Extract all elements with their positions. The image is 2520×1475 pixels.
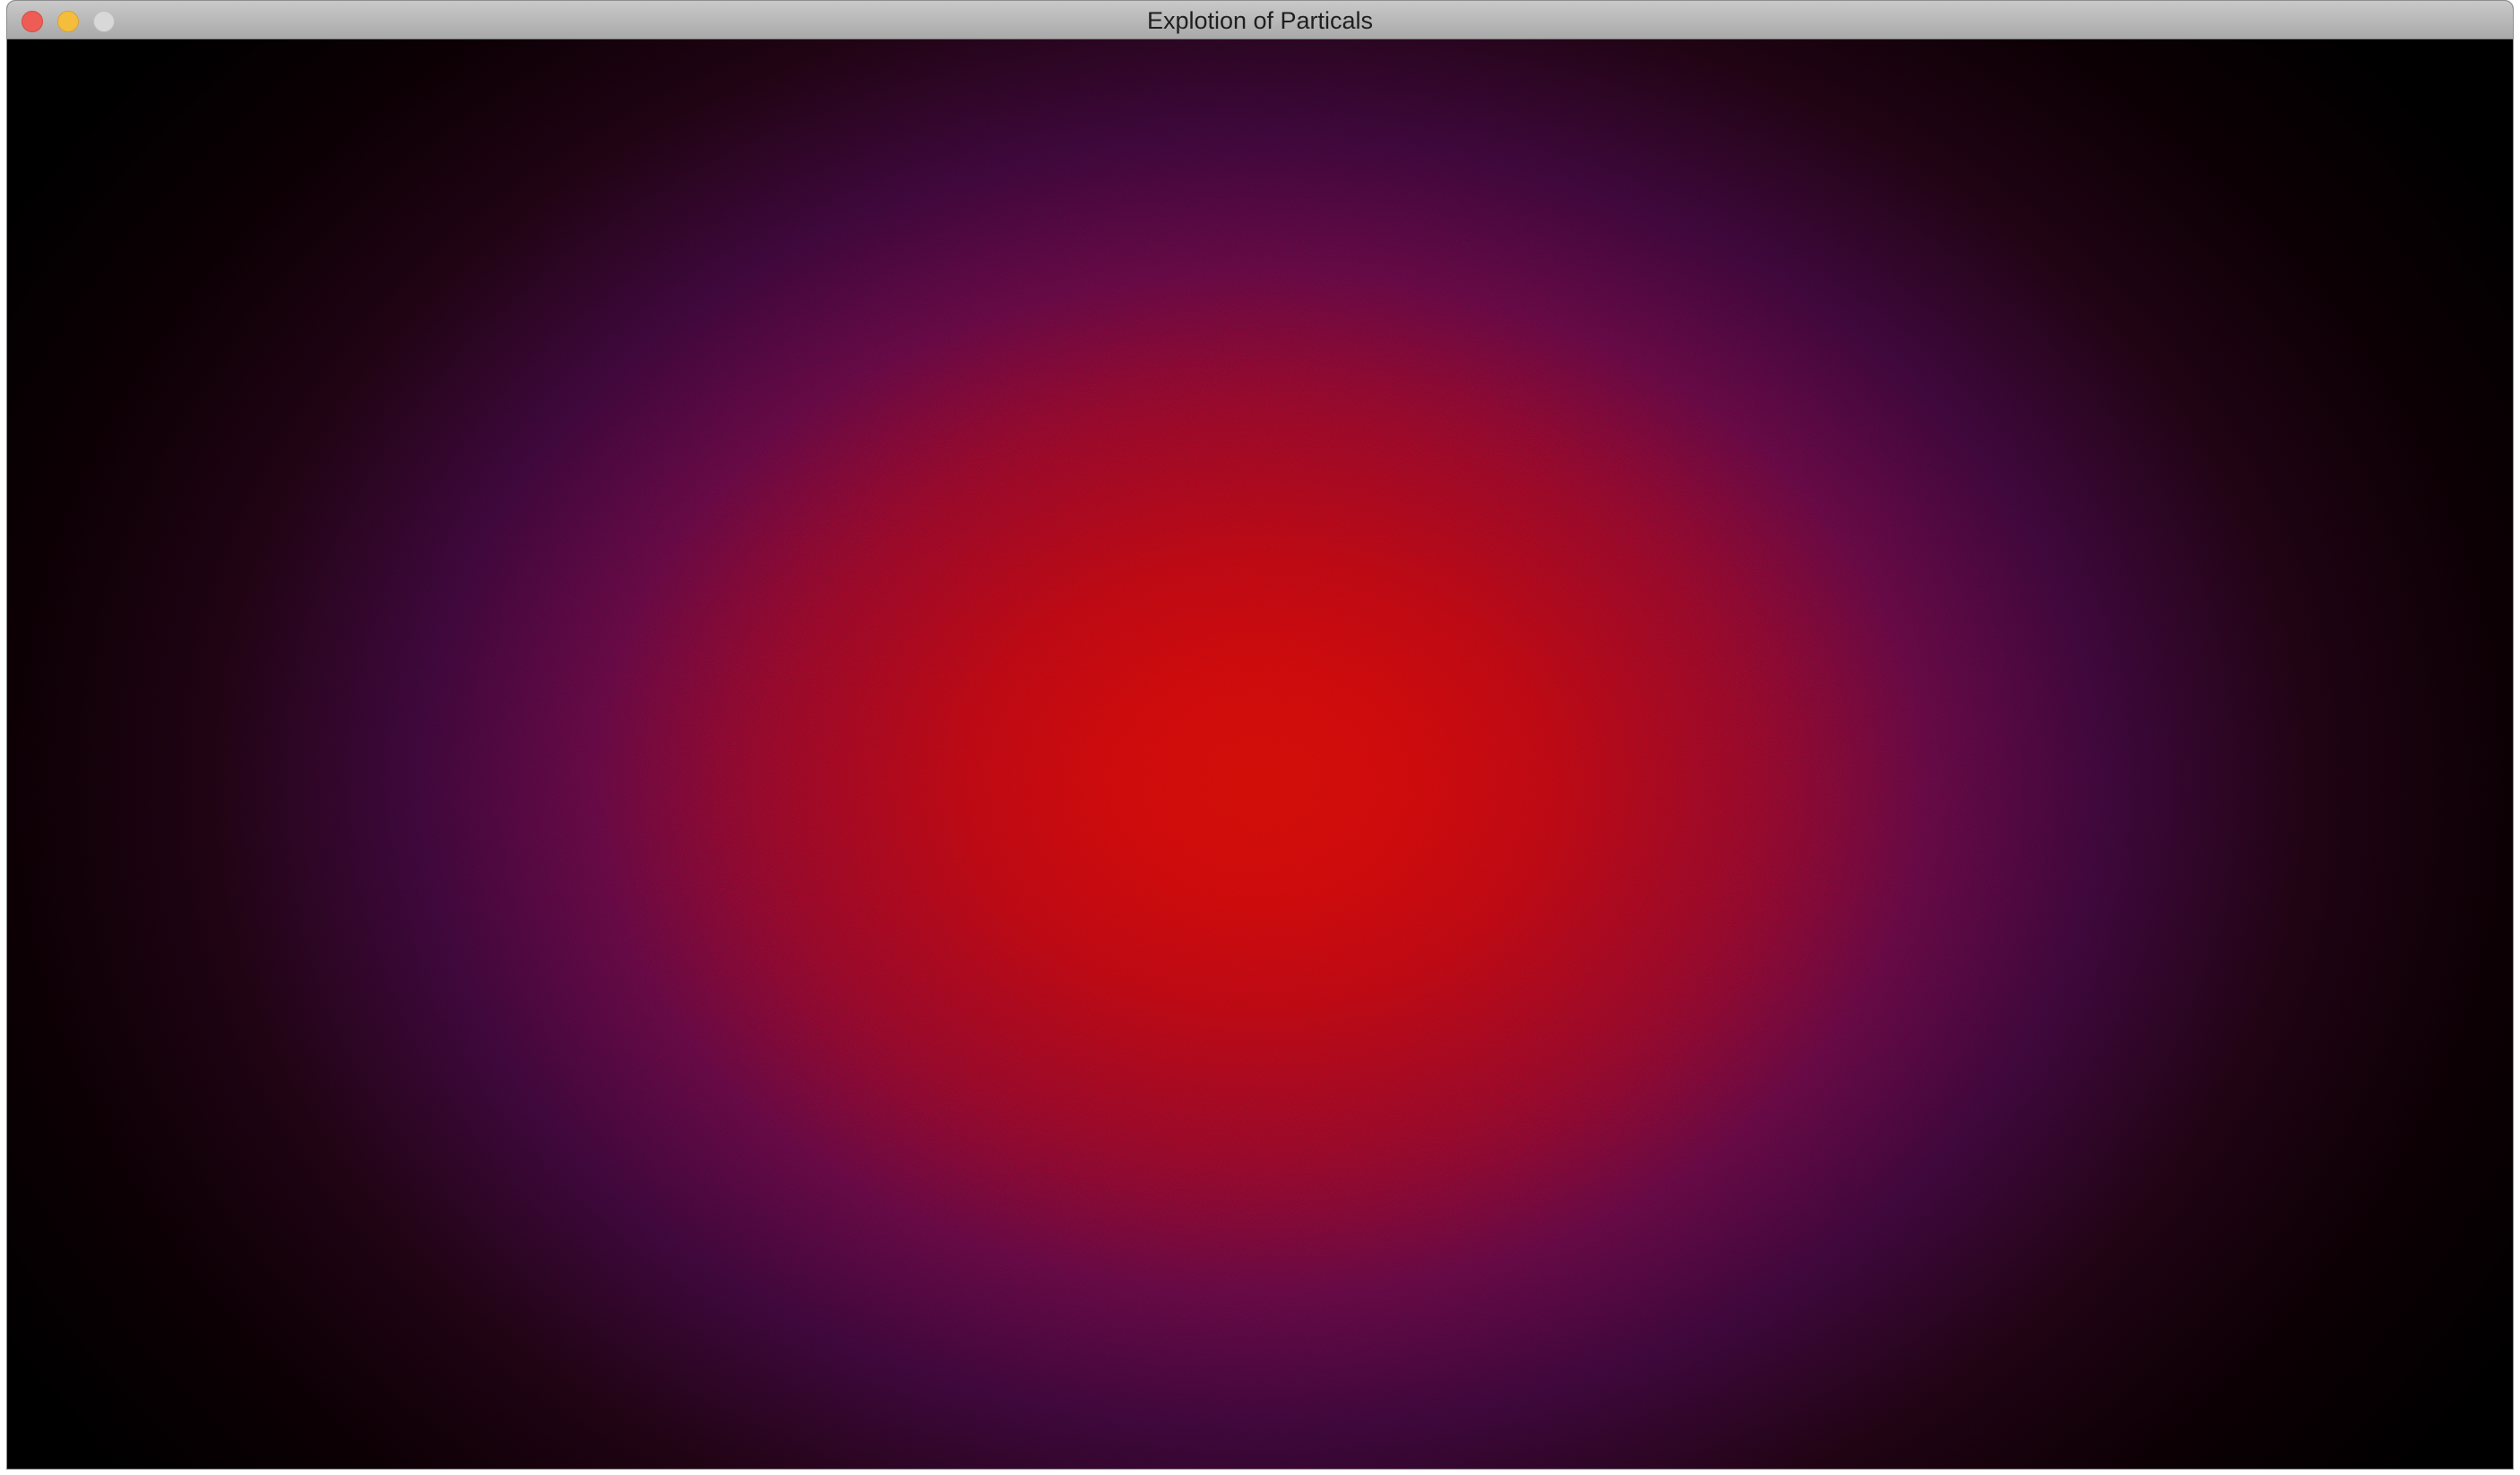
window-title: Explotion of Particals xyxy=(1146,7,1374,34)
title-bar[interactable]: Explotion of Particals xyxy=(7,1,2513,39)
app-window: Explotion of Particals xyxy=(6,0,2514,1470)
particle-noise xyxy=(7,39,2513,1469)
particle-canvas[interactable] xyxy=(7,39,2513,1469)
